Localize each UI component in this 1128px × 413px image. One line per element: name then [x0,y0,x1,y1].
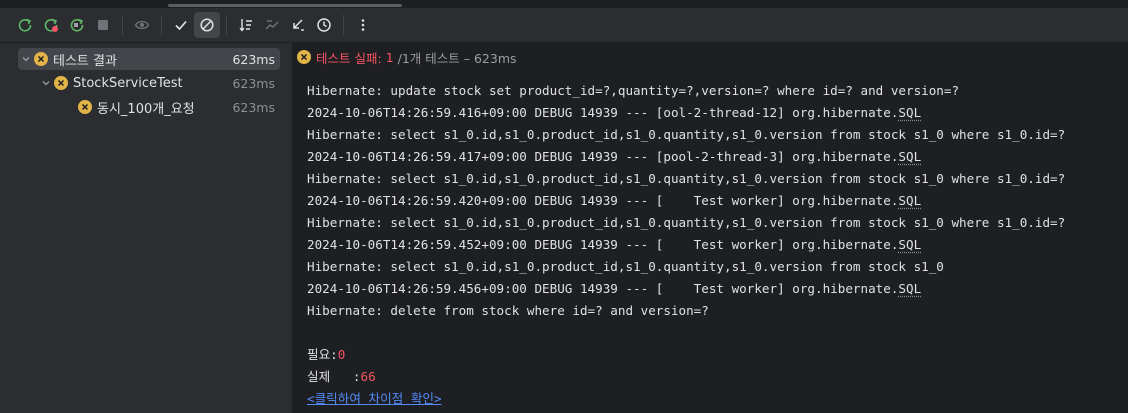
sql-logger-link[interactable]: SQL [898,105,921,120]
sql-logger-link[interactable]: SQL [898,281,921,296]
show-passed-icon[interactable] [168,12,194,38]
expected-label: 필요: [307,347,338,362]
diff-line: <클릭하여 차이점 확인> [307,388,1122,410]
sql-logger-link[interactable]: SQL [898,237,921,252]
tree-row-root[interactable]: 테스트 결과 623ms [18,48,280,70]
toolbar-separator [343,15,344,35]
failed-test-icon [34,52,48,66]
actual-line: 실제 :66 [307,366,1122,388]
tree-root-label: 테스트 결과 [53,53,117,69]
rerun-icon[interactable] [12,12,38,38]
collapse-all-icon[interactable] [285,12,311,38]
expected-value: 0 [337,347,346,362]
tree-suite-duration: 623ms [232,75,275,91]
rerun-failed-icon[interactable] [38,12,64,38]
console-output: Hibernate: update stock set product_id=?… [307,80,1122,410]
failed-test-icon [78,100,92,114]
tree-row-test[interactable]: 동시_100개_요청 623ms [78,96,280,118]
tree-row-suite[interactable]: StockServiceTest 623ms [38,72,280,94]
stop-icon[interactable] [90,12,116,38]
console-line: 2024-10-06T14:26:59.456+09:00 DEBUG 1493… [307,281,922,296]
console-line: 2024-10-06T14:26:59.417+09:00 DEBUG 1493… [307,149,922,164]
sql-logger-link[interactable]: SQL [898,149,921,164]
fail-count: 1 [385,49,394,65]
tree-suite-label: StockServiceTest [73,75,183,91]
chevron-down-icon[interactable] [38,78,54,88]
failed-test-icon [54,76,68,90]
console-line: 2024-10-06T14:26:59.452+09:00 DEBUG 1493… [307,237,922,252]
toolbar-separator [122,15,123,35]
show-ignored-icon[interactable] [129,12,155,38]
toolbar-separator [226,15,227,35]
chevron-down-icon[interactable] [18,54,34,64]
test-status-bar: 테스트 실패: 1 /1개 테스트 – 623ms [297,47,517,67]
actual-label: 실제 : [307,369,361,384]
console-line: Hibernate: delete from stock where id=? … [307,303,709,318]
sort-alpha-icon[interactable] [233,12,259,38]
console-line: Hibernate: update stock set product_id=?… [307,83,960,98]
expected-line: 필요:0 [307,344,1122,366]
top-strip [0,0,1128,8]
toggle-auto-test-icon[interactable] [64,12,90,38]
console-line: Hibernate: select s1_0.id,s1_0.product_i… [307,259,944,274]
failed-status-icon [297,50,311,64]
test-total: /1개 테스트 – 623ms [397,50,517,66]
fail-label: 테스트 실패: [316,50,382,66]
horizontal-scrollbar[interactable] [168,4,402,7]
tree-test-duration: 623ms [232,99,275,115]
history-icon[interactable] [311,12,337,38]
tree-test-label: 동시_100개_요청 [97,101,195,117]
console-line: Hibernate: select s1_0.id,s1_0.product_i… [307,215,1066,230]
toolbar-separator [161,15,162,35]
console-line: 2024-10-06T14:26:59.416+09:00 DEBUG 1493… [307,105,922,120]
console-line: 2024-10-06T14:26:59.420+09:00 DEBUG 1493… [307,193,922,208]
test-toolbar [0,9,1128,41]
console-line: Hibernate: select s1_0.id,s1_0.product_i… [307,127,1066,142]
console-line: Hibernate: select s1_0.id,s1_0.product_i… [307,171,1066,186]
more-options-icon[interactable] [350,12,376,38]
sort-duration-icon[interactable] [259,12,285,38]
view-diff-link[interactable]: <클릭하여 차이점 확인> [307,391,442,406]
tree-root-duration: 623ms [232,51,275,67]
actual-value: 66 [360,369,376,384]
show-ignored-filter-icon[interactable] [194,12,220,38]
sql-logger-link[interactable]: SQL [898,193,921,208]
